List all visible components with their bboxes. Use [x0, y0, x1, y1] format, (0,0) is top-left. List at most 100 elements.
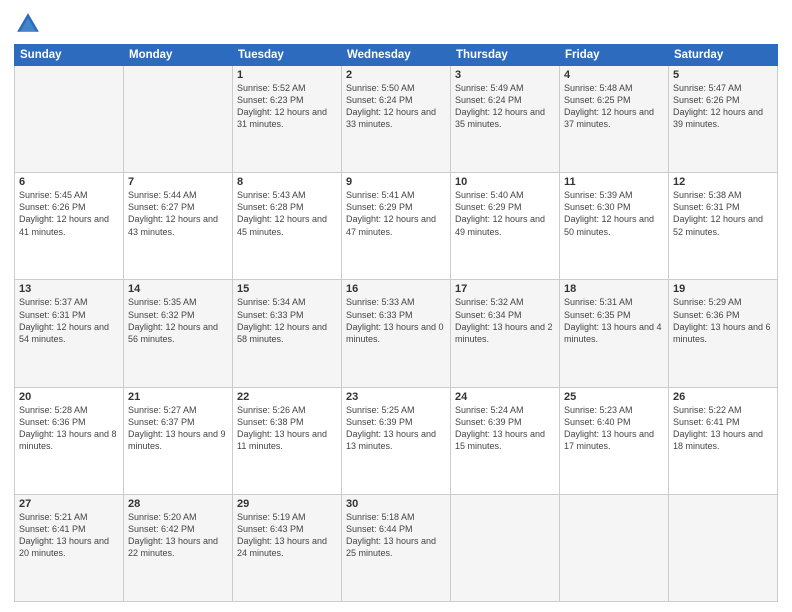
day-info: Sunrise: 5:48 AM Sunset: 6:25 PM Dayligh…	[564, 82, 664, 131]
day-info: Sunrise: 5:21 AM Sunset: 6:41 PM Dayligh…	[19, 511, 119, 560]
day-number: 27	[19, 498, 119, 510]
calendar-cell: 5Sunrise: 5:47 AM Sunset: 6:26 PM Daylig…	[669, 66, 778, 173]
calendar-cell: 4Sunrise: 5:48 AM Sunset: 6:25 PM Daylig…	[560, 66, 669, 173]
day-number: 4	[564, 69, 664, 81]
calendar-week-row: 1Sunrise: 5:52 AM Sunset: 6:23 PM Daylig…	[15, 66, 778, 173]
day-number: 14	[128, 283, 228, 295]
calendar-cell: 18Sunrise: 5:31 AM Sunset: 6:35 PM Dayli…	[560, 280, 669, 387]
calendar-cell: 16Sunrise: 5:33 AM Sunset: 6:33 PM Dayli…	[342, 280, 451, 387]
day-number: 18	[564, 283, 664, 295]
day-info: Sunrise: 5:23 AM Sunset: 6:40 PM Dayligh…	[564, 404, 664, 453]
page: SundayMondayTuesdayWednesdayThursdayFrid…	[0, 0, 792, 612]
day-info: Sunrise: 5:44 AM Sunset: 6:27 PM Dayligh…	[128, 189, 228, 238]
calendar-cell: 10Sunrise: 5:40 AM Sunset: 6:29 PM Dayli…	[451, 173, 560, 280]
day-number: 7	[128, 176, 228, 188]
day-info: Sunrise: 5:27 AM Sunset: 6:37 PM Dayligh…	[128, 404, 228, 453]
day-info: Sunrise: 5:24 AM Sunset: 6:39 PM Dayligh…	[455, 404, 555, 453]
day-info: Sunrise: 5:43 AM Sunset: 6:28 PM Dayligh…	[237, 189, 337, 238]
calendar-cell: 30Sunrise: 5:18 AM Sunset: 6:44 PM Dayli…	[342, 494, 451, 601]
days-header-row: SundayMondayTuesdayWednesdayThursdayFrid…	[15, 45, 778, 66]
day-info: Sunrise: 5:26 AM Sunset: 6:38 PM Dayligh…	[237, 404, 337, 453]
calendar-week-row: 27Sunrise: 5:21 AM Sunset: 6:41 PM Dayli…	[15, 494, 778, 601]
day-number: 3	[455, 69, 555, 81]
calendar-cell	[560, 494, 669, 601]
day-number: 8	[237, 176, 337, 188]
day-info: Sunrise: 5:40 AM Sunset: 6:29 PM Dayligh…	[455, 189, 555, 238]
day-info: Sunrise: 5:39 AM Sunset: 6:30 PM Dayligh…	[564, 189, 664, 238]
day-number: 11	[564, 176, 664, 188]
day-number: 16	[346, 283, 446, 295]
calendar-week-row: 13Sunrise: 5:37 AM Sunset: 6:31 PM Dayli…	[15, 280, 778, 387]
day-info: Sunrise: 5:50 AM Sunset: 6:24 PM Dayligh…	[346, 82, 446, 131]
calendar-cell	[451, 494, 560, 601]
day-info: Sunrise: 5:31 AM Sunset: 6:35 PM Dayligh…	[564, 296, 664, 345]
calendar-cell: 17Sunrise: 5:32 AM Sunset: 6:34 PM Dayli…	[451, 280, 560, 387]
day-info: Sunrise: 5:35 AM Sunset: 6:32 PM Dayligh…	[128, 296, 228, 345]
day-number: 2	[346, 69, 446, 81]
calendar-cell: 22Sunrise: 5:26 AM Sunset: 6:38 PM Dayli…	[233, 387, 342, 494]
logo	[14, 10, 46, 38]
calendar-cell: 7Sunrise: 5:44 AM Sunset: 6:27 PM Daylig…	[124, 173, 233, 280]
day-number: 29	[237, 498, 337, 510]
day-number: 25	[564, 391, 664, 403]
calendar-cell: 1Sunrise: 5:52 AM Sunset: 6:23 PM Daylig…	[233, 66, 342, 173]
day-number: 17	[455, 283, 555, 295]
day-info: Sunrise: 5:47 AM Sunset: 6:26 PM Dayligh…	[673, 82, 773, 131]
day-number: 12	[673, 176, 773, 188]
header	[14, 10, 778, 38]
calendar-cell: 11Sunrise: 5:39 AM Sunset: 6:30 PM Dayli…	[560, 173, 669, 280]
day-info: Sunrise: 5:38 AM Sunset: 6:31 PM Dayligh…	[673, 189, 773, 238]
day-info: Sunrise: 5:32 AM Sunset: 6:34 PM Dayligh…	[455, 296, 555, 345]
day-info: Sunrise: 5:34 AM Sunset: 6:33 PM Dayligh…	[237, 296, 337, 345]
day-info: Sunrise: 5:25 AM Sunset: 6:39 PM Dayligh…	[346, 404, 446, 453]
calendar-cell	[15, 66, 124, 173]
calendar-week-row: 20Sunrise: 5:28 AM Sunset: 6:36 PM Dayli…	[15, 387, 778, 494]
day-number: 24	[455, 391, 555, 403]
day-number: 26	[673, 391, 773, 403]
calendar: SundayMondayTuesdayWednesdayThursdayFrid…	[14, 44, 778, 602]
day-of-week-header: Sunday	[15, 45, 124, 66]
day-info: Sunrise: 5:28 AM Sunset: 6:36 PM Dayligh…	[19, 404, 119, 453]
calendar-cell	[669, 494, 778, 601]
calendar-header: SundayMondayTuesdayWednesdayThursdayFrid…	[15, 45, 778, 66]
day-info: Sunrise: 5:49 AM Sunset: 6:24 PM Dayligh…	[455, 82, 555, 131]
day-number: 1	[237, 69, 337, 81]
day-number: 19	[673, 283, 773, 295]
day-of-week-header: Wednesday	[342, 45, 451, 66]
calendar-cell: 12Sunrise: 5:38 AM Sunset: 6:31 PM Dayli…	[669, 173, 778, 280]
calendar-week-row: 6Sunrise: 5:45 AM Sunset: 6:26 PM Daylig…	[15, 173, 778, 280]
day-info: Sunrise: 5:41 AM Sunset: 6:29 PM Dayligh…	[346, 189, 446, 238]
logo-icon	[14, 10, 42, 38]
day-number: 15	[237, 283, 337, 295]
day-of-week-header: Thursday	[451, 45, 560, 66]
day-info: Sunrise: 5:19 AM Sunset: 6:43 PM Dayligh…	[237, 511, 337, 560]
day-info: Sunrise: 5:37 AM Sunset: 6:31 PM Dayligh…	[19, 296, 119, 345]
calendar-cell: 3Sunrise: 5:49 AM Sunset: 6:24 PM Daylig…	[451, 66, 560, 173]
calendar-cell: 19Sunrise: 5:29 AM Sunset: 6:36 PM Dayli…	[669, 280, 778, 387]
calendar-cell: 2Sunrise: 5:50 AM Sunset: 6:24 PM Daylig…	[342, 66, 451, 173]
calendar-cell: 23Sunrise: 5:25 AM Sunset: 6:39 PM Dayli…	[342, 387, 451, 494]
calendar-cell: 24Sunrise: 5:24 AM Sunset: 6:39 PM Dayli…	[451, 387, 560, 494]
calendar-cell: 28Sunrise: 5:20 AM Sunset: 6:42 PM Dayli…	[124, 494, 233, 601]
calendar-cell: 6Sunrise: 5:45 AM Sunset: 6:26 PM Daylig…	[15, 173, 124, 280]
calendar-cell: 25Sunrise: 5:23 AM Sunset: 6:40 PM Dayli…	[560, 387, 669, 494]
calendar-cell: 21Sunrise: 5:27 AM Sunset: 6:37 PM Dayli…	[124, 387, 233, 494]
day-number: 13	[19, 283, 119, 295]
calendar-cell: 29Sunrise: 5:19 AM Sunset: 6:43 PM Dayli…	[233, 494, 342, 601]
day-of-week-header: Saturday	[669, 45, 778, 66]
day-number: 22	[237, 391, 337, 403]
day-of-week-header: Friday	[560, 45, 669, 66]
calendar-cell: 8Sunrise: 5:43 AM Sunset: 6:28 PM Daylig…	[233, 173, 342, 280]
day-number: 10	[455, 176, 555, 188]
day-of-week-header: Monday	[124, 45, 233, 66]
day-of-week-header: Tuesday	[233, 45, 342, 66]
calendar-cell: 13Sunrise: 5:37 AM Sunset: 6:31 PM Dayli…	[15, 280, 124, 387]
calendar-cell: 9Sunrise: 5:41 AM Sunset: 6:29 PM Daylig…	[342, 173, 451, 280]
day-info: Sunrise: 5:29 AM Sunset: 6:36 PM Dayligh…	[673, 296, 773, 345]
calendar-cell: 14Sunrise: 5:35 AM Sunset: 6:32 PM Dayli…	[124, 280, 233, 387]
day-info: Sunrise: 5:18 AM Sunset: 6:44 PM Dayligh…	[346, 511, 446, 560]
day-info: Sunrise: 5:33 AM Sunset: 6:33 PM Dayligh…	[346, 296, 446, 345]
day-number: 28	[128, 498, 228, 510]
day-number: 6	[19, 176, 119, 188]
calendar-body: 1Sunrise: 5:52 AM Sunset: 6:23 PM Daylig…	[15, 66, 778, 602]
